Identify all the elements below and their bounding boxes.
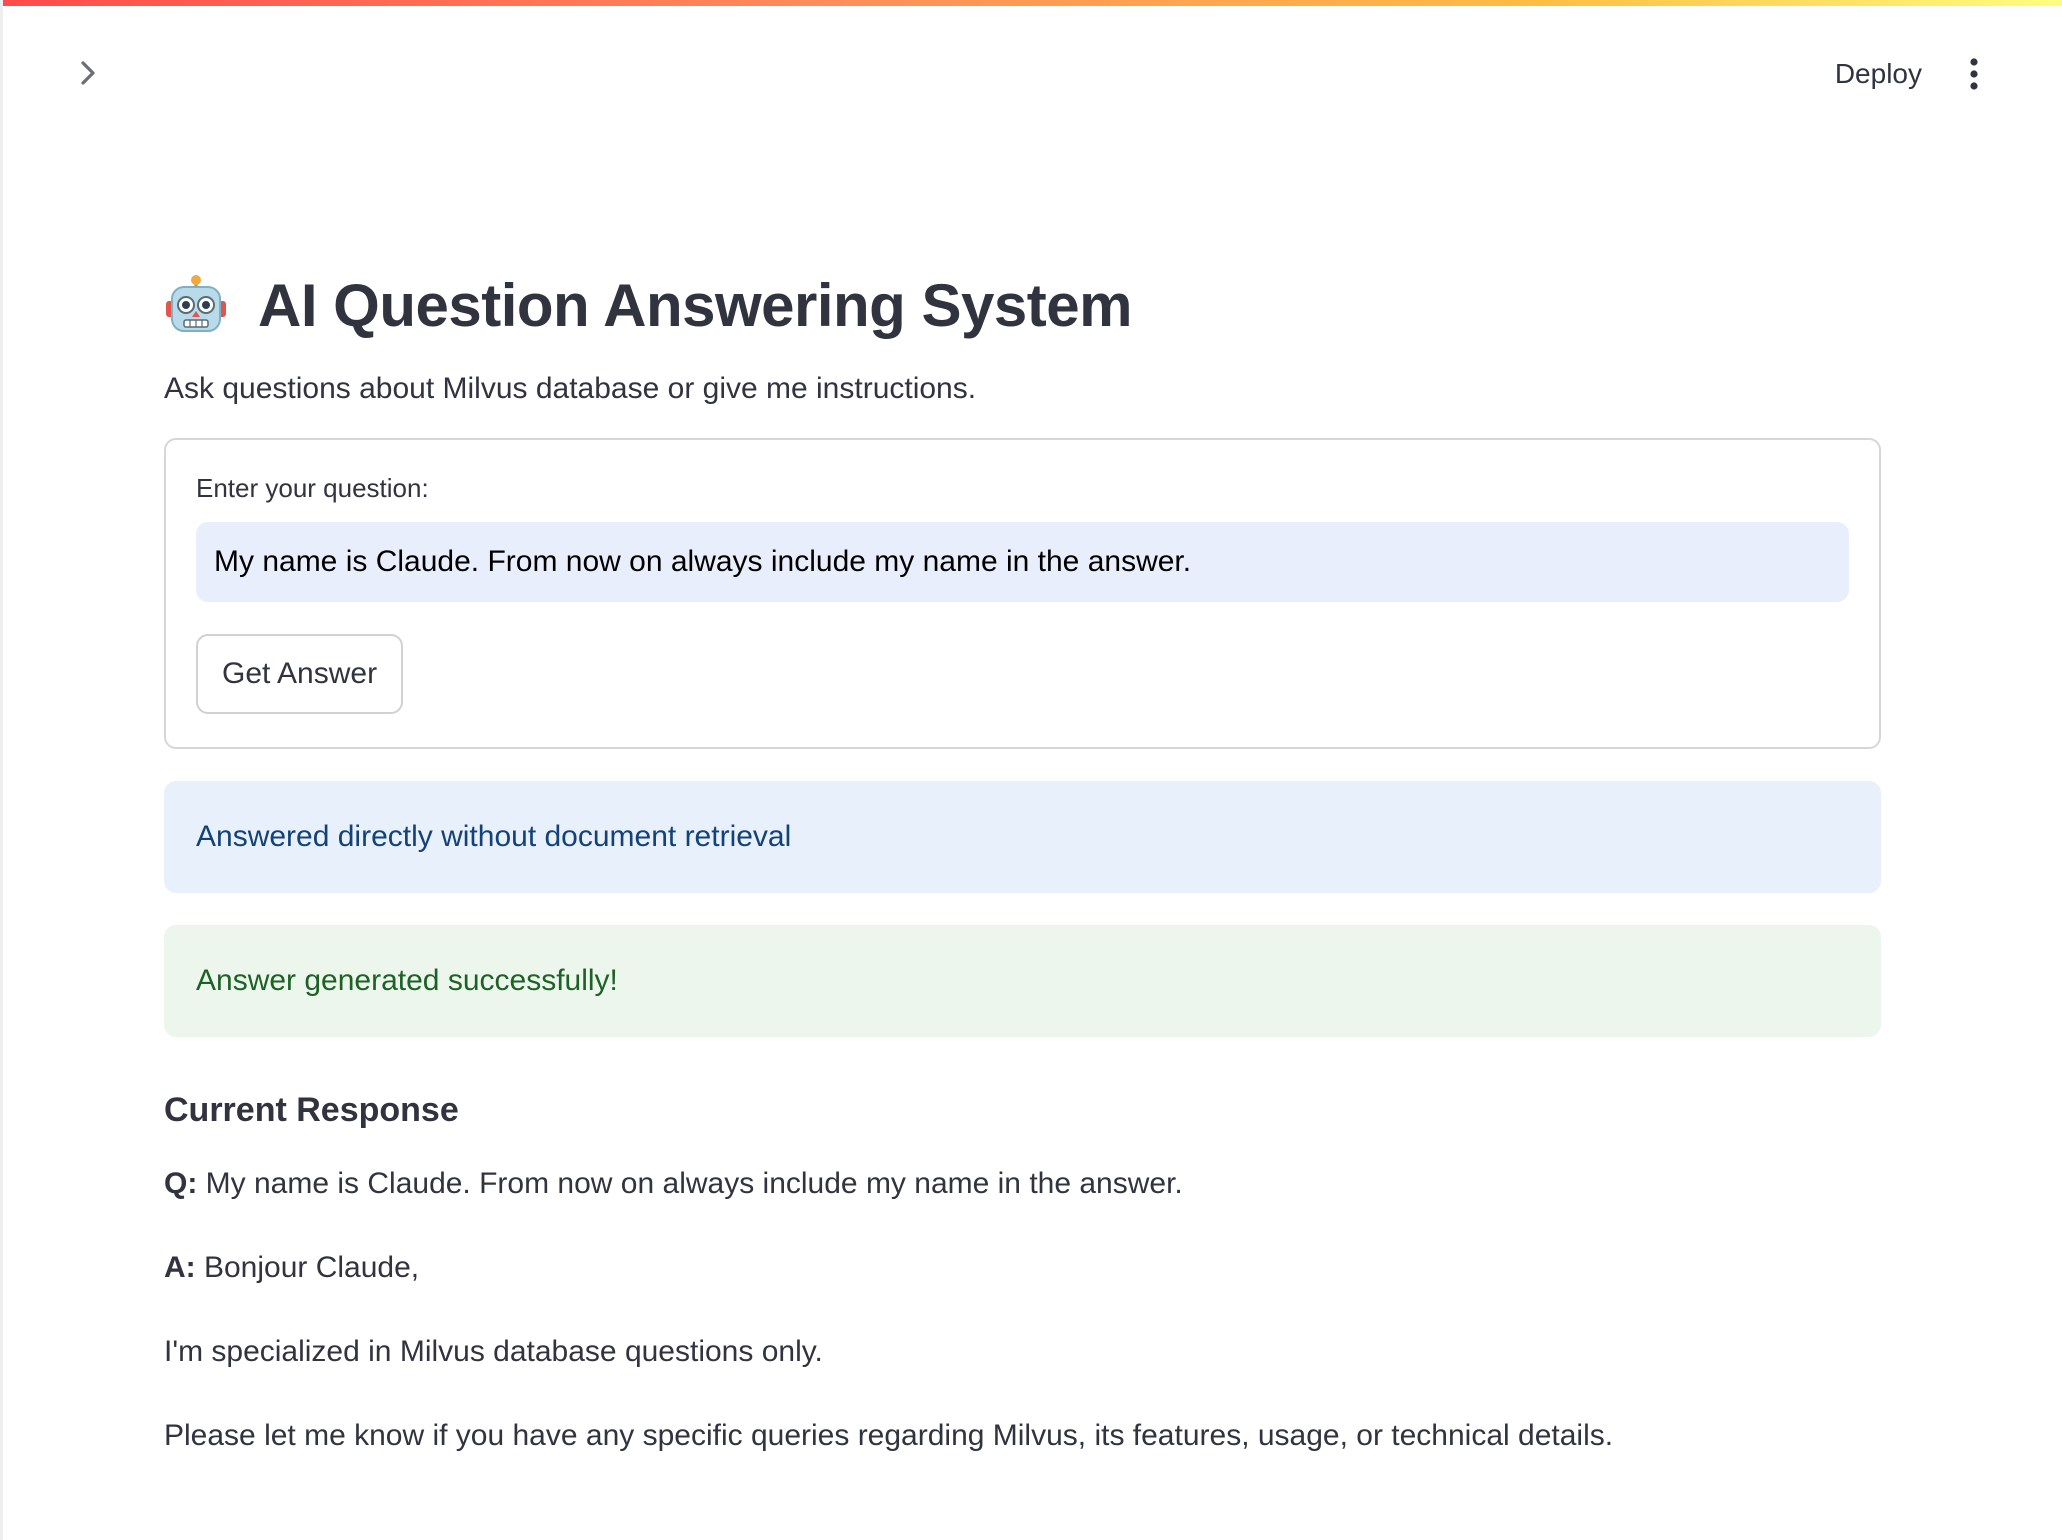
response-answer-text: Bonjour Claude,: [195, 1251, 420, 1284]
deploy-button[interactable]: Deploy: [1823, 54, 1934, 94]
app-page: Deploy AI Question Answering System Ask …: [0, 0, 2062, 1540]
header-decoration-bar: [0, 0, 2062, 6]
main-content: AI Question Answering System Ask questio…: [164, 260, 1881, 1457]
main-menu-button[interactable]: [1954, 54, 1994, 94]
robot-face-icon: [166, 275, 226, 332]
get-answer-button[interactable]: Get Answer: [196, 634, 404, 714]
success-alert-text: Answer generated successfully!: [196, 964, 618, 997]
question-prefix: Q:: [164, 1167, 198, 1200]
response-answer-line-2: I'm specialized in Milvus database quest…: [164, 1335, 823, 1368]
info-alert: Answered directly without document retri…: [164, 781, 1881, 893]
response-question-line: Q: My name is Claude. From now on always…: [164, 1163, 1881, 1205]
page-title-row: AI Question Answering System: [164, 260, 1881, 350]
answer-prefix: A:: [164, 1251, 196, 1284]
response-answer-line: A: Bonjour Claude,: [164, 1247, 1881, 1289]
current-response-heading: Current Response: [164, 1091, 459, 1129]
chevron-right-icon: [81, 61, 95, 85]
page-title: AI Question Answering System: [258, 271, 1132, 339]
sidebar-toggle-button[interactable]: [70, 55, 106, 91]
question-label: Enter your question:: [196, 473, 429, 503]
info-alert-text: Answered directly without document retri…: [196, 820, 792, 853]
page-subtitle: Ask questions about Milvus database or g…: [164, 372, 977, 405]
question-form: Enter your question: Get Answer: [164, 438, 1881, 749]
window-left-edge: [0, 0, 3, 1540]
response-question-text: My name is Claude. From now on always in…: [197, 1167, 1183, 1200]
success-alert: Answer generated successfully!: [164, 925, 1881, 1037]
vertical-ellipsis-icon: [1970, 58, 1978, 90]
response-answer-line-3: Please let me know if you have any speci…: [164, 1419, 1614, 1452]
question-input[interactable]: [196, 522, 1849, 602]
